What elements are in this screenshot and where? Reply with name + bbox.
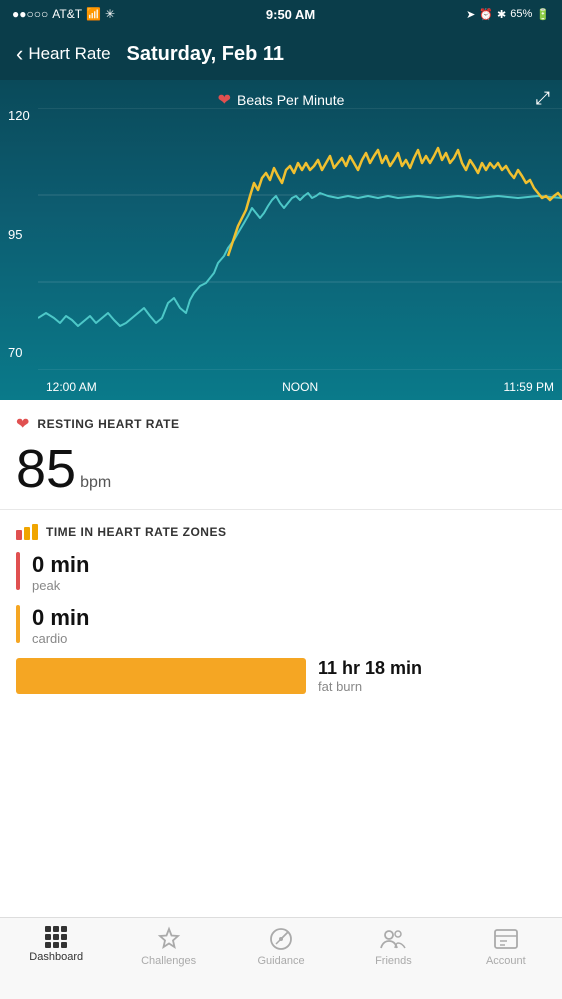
cardio-zone-value: 0 min	[32, 605, 89, 631]
activity-icon: ✳	[105, 7, 115, 21]
tab-guidance[interactable]: Guidance	[225, 926, 337, 967]
back-button[interactable]: ‹ Heart Rate	[16, 41, 111, 67]
zones-section: TIME IN HEART RATE ZONES 0 min peak 0 mi…	[0, 510, 562, 710]
bluetooth-icon: ✱	[497, 8, 506, 21]
tab-guidance-label: Guidance	[257, 955, 304, 967]
tab-bar: Dashboard Challenges Guidance Friends	[0, 917, 562, 999]
peak-zone-indicator	[16, 552, 20, 590]
zones-icon-bar-2	[24, 527, 30, 540]
chart-legend: ❤ Beats Per Minute	[0, 90, 562, 110]
fat-burn-value: 11 hr 18 min	[318, 658, 422, 679]
wifi-icon: 📶	[86, 7, 101, 21]
heart-legend-icon: ❤	[218, 90, 231, 110]
heart-rate-chart	[38, 108, 562, 370]
tab-dashboard-label: Dashboard	[29, 951, 83, 963]
tab-friends-label: Friends	[375, 955, 412, 967]
back-chevron-icon: ‹	[16, 41, 23, 67]
tab-account-label: Account	[486, 955, 526, 967]
cardio-zone-indicator	[16, 605, 20, 643]
chart-y-labels: 120 95 70	[0, 80, 38, 370]
status-time: 9:50 AM	[266, 7, 315, 22]
resting-hr-unit: bpm	[80, 474, 111, 491]
zones-icon	[16, 524, 38, 540]
chart-x-labels: 12:00 AM NOON 11:59 PM	[38, 380, 562, 394]
fat-burn-label: fat burn	[318, 679, 422, 694]
status-bar: ●●○○○ AT&T 📶 ✳ 9:50 AM ➤ ⏰ ✱ 65% 🔋	[0, 0, 562, 28]
zones-icon-bar-1	[16, 530, 22, 540]
cardio-zone-info: 0 min cardio	[32, 605, 89, 646]
cardio-zone-item: 0 min cardio	[16, 605, 546, 646]
resting-hr-heart-icon: ❤	[16, 414, 29, 434]
peak-zone-item: 0 min peak	[16, 552, 546, 593]
resting-hr-title: RESTING HEART RATE	[37, 417, 179, 431]
chart-area: ❤ Beats Per Minute ⤢ 120 95 70 12:00 AM …	[0, 80, 562, 400]
guidance-icon	[268, 926, 294, 952]
resting-hr-number: 85	[16, 439, 76, 499]
dashboard-icon	[45, 926, 67, 948]
y-label-70: 70	[8, 345, 38, 360]
resting-hr-section: ❤ RESTING HEART RATE 85bpm	[0, 400, 562, 510]
resting-hr-header: ❤ RESTING HEART RATE	[16, 414, 546, 434]
x-label-night: 11:59 PM	[504, 380, 554, 394]
page-title: Saturday, Feb 11	[127, 43, 284, 66]
tab-challenges[interactable]: Challenges	[112, 926, 224, 967]
fat-burn-bar	[16, 658, 306, 694]
tab-dashboard[interactable]: Dashboard	[0, 926, 112, 963]
nav-header: ‹ Heart Rate Saturday, Feb 11	[0, 28, 562, 80]
chart-svg-container	[38, 108, 562, 370]
fat-burn-info: 11 hr 18 min fat burn	[318, 658, 422, 694]
zones-icon-bar-3	[32, 524, 38, 540]
battery-icon: 🔋	[536, 8, 550, 21]
cardio-zone-label: cardio	[32, 631, 89, 646]
signal-dots: ●●○○○	[12, 7, 48, 21]
tab-friends[interactable]: Friends	[337, 926, 449, 967]
expand-button[interactable]: ⤢	[536, 88, 550, 109]
alarm-icon: ⏰	[479, 8, 493, 21]
y-label-120: 120	[8, 108, 38, 123]
peak-zone-info: 0 min peak	[32, 552, 89, 593]
y-label-95: 95	[8, 227, 38, 242]
status-left: ●●○○○ AT&T 📶 ✳	[12, 7, 115, 21]
friends-icon	[380, 926, 406, 952]
resting-hr-value-row: 85bpm	[16, 440, 546, 499]
peak-zone-label: peak	[32, 578, 89, 593]
x-label-noon: NOON	[282, 380, 318, 394]
chart-legend-label: Beats Per Minute	[237, 92, 344, 108]
x-label-midnight: 12:00 AM	[46, 380, 97, 394]
fat-burn-zone-item: 11 hr 18 min fat burn	[16, 658, 546, 694]
peak-zone-value: 0 min	[32, 552, 89, 578]
zones-title: TIME IN HEART RATE ZONES	[46, 525, 226, 539]
zones-header: TIME IN HEART RATE ZONES	[16, 524, 546, 540]
back-label: Heart Rate	[28, 44, 110, 64]
carrier-label: AT&T	[52, 7, 82, 21]
battery-label: 65%	[510, 8, 532, 20]
account-icon	[493, 926, 519, 952]
tab-account[interactable]: Account	[450, 926, 562, 967]
challenges-icon	[156, 926, 182, 952]
location-icon: ➤	[466, 8, 475, 21]
tab-challenges-label: Challenges	[141, 955, 196, 967]
status-right: ➤ ⏰ ✱ 65% 🔋	[466, 8, 550, 21]
